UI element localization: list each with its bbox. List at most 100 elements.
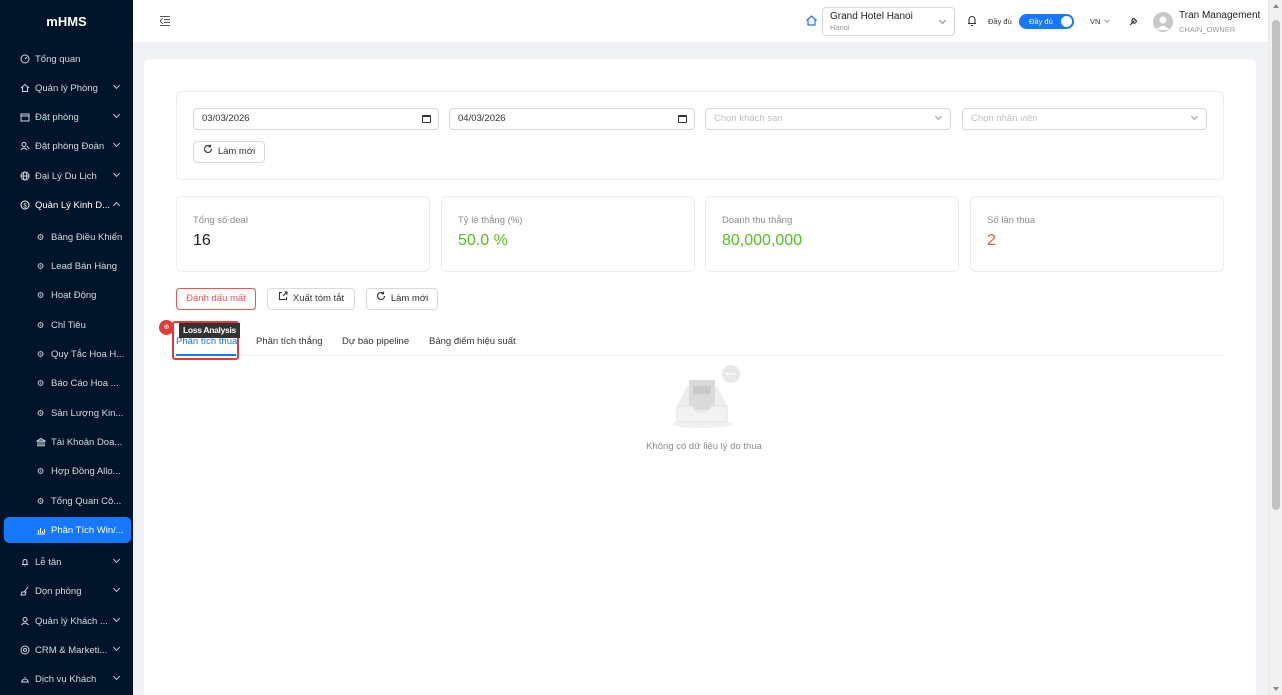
chevron-down-icon xyxy=(112,169,121,178)
sidebar-subitem-label: Chỉ Tiêu xyxy=(51,319,86,331)
team-icon xyxy=(19,141,30,152)
service-icon xyxy=(19,674,30,685)
home-icon[interactable] xyxy=(805,14,819,28)
tab-label: Phân tích thắng xyxy=(256,336,323,347)
sidebar-subitem-label: Hoạt Động xyxy=(51,289,97,301)
sidebar-item-guest-services[interactable]: Dịch vụ Khách xyxy=(0,666,133,692)
sidebar-subitem-label: Phân Tích Win/... xyxy=(51,524,124,536)
export-summary-button[interactable]: Xuất tóm tắt xyxy=(267,288,355,310)
tab-label: Bảng điểm hiệu suất xyxy=(429,336,516,347)
refresh-label: Làm mới xyxy=(390,293,429,304)
calendar-icon xyxy=(19,112,30,123)
sidebar-item-crm-marketing[interactable]: CRM & Marketi... xyxy=(0,637,133,663)
stat-card-win-rate: Tỷ lệ thắng (%) 50.0 % xyxy=(441,196,695,272)
toggle-label: Đầy đủ xyxy=(1029,17,1053,26)
mode-toggle[interactable]: Đầy đủ xyxy=(1019,14,1074,29)
dollar-icon: $ xyxy=(19,200,30,211)
scroll-down-icon[interactable] xyxy=(1273,687,1279,691)
app-logo[interactable]: mHMS xyxy=(0,0,133,42)
sidebar-subitem-activities[interactable]: ⚙ Hoạt Động xyxy=(0,282,133,308)
sidebar-subitem-label: Lead Bán Hàng xyxy=(51,260,118,272)
avatar[interactable] xyxy=(1153,12,1173,32)
notification-bell-icon[interactable] xyxy=(966,14,978,27)
stat-value: 50.0 % xyxy=(458,232,508,249)
chevron-down-icon xyxy=(112,81,121,90)
chevron-down-icon xyxy=(112,110,121,119)
sidebar-item-business-management[interactable]: $ Quản Lý Kinh D... xyxy=(0,192,133,218)
sidebar-subitem-dashboard[interactable]: ⚙ Bảng Điều Khiển xyxy=(0,224,133,250)
sidebar-item-overview[interactable]: Tổng quan xyxy=(0,46,133,72)
toggle-knob xyxy=(1061,16,1072,27)
sidebar-item-group-booking[interactable]: Đặt phòng Đoàn xyxy=(0,133,133,159)
sidebar-subitem-win-loss-analysis[interactable]: Phân Tích Win/... xyxy=(4,517,131,543)
sidebar-subitem-corporate-accounts[interactable]: Tài Khoản Doa... xyxy=(0,429,133,455)
user-name[interactable]: Tran Management xyxy=(1179,10,1260,21)
tab-performance-scorecard[interactable]: Bảng điểm hiệu suất xyxy=(429,336,516,347)
stat-label: Tổng số deal xyxy=(193,215,248,226)
sidebar-subitem-label: Hợp Đồng Allo... xyxy=(51,465,121,477)
sidebar-item-front-desk[interactable]: Lễ tân xyxy=(0,549,133,575)
sidebar-item-housekeeping[interactable]: Dọn phòng xyxy=(0,578,133,604)
hotel-filter-placeholder: Chọn khách sạn xyxy=(714,113,783,124)
sidebar-subitem-allotment-contracts[interactable]: ⚙ Hợp Đồng Allo... xyxy=(0,458,133,484)
top-header: Grand Hotel Hanoi Hanoi Đầy đủ Đầy đủ VN… xyxy=(133,0,1268,43)
sidebar-item-travel-agency[interactable]: Đại Lý Du Lịch xyxy=(0,163,133,189)
user-icon xyxy=(19,616,30,627)
date-from-field[interactable]: 03/03/2026 xyxy=(193,108,439,130)
globe-icon xyxy=(19,171,30,182)
chevron-down-icon xyxy=(1190,112,1199,121)
analysis-tabs: Phân tích thua Phân tích thắng Dự báo pi… xyxy=(176,329,1224,356)
chevron-down-icon xyxy=(112,643,121,652)
hotel-filter-select[interactable]: Chọn khách sạn xyxy=(705,108,951,130)
sidebar-subitem-commission-rules[interactable]: ⚙ Quy Tắc Hoa H... xyxy=(0,341,133,367)
chevron-up-icon xyxy=(112,201,121,210)
staff-filter-select[interactable]: Chọn nhân viên xyxy=(962,108,1207,130)
chevron-down-icon xyxy=(112,555,121,564)
sidebar-subitem-company-overview[interactable]: ⚙ Tổng Quan Cô... xyxy=(0,488,133,514)
language-select[interactable]: VN xyxy=(1090,17,1111,26)
sidebar-item-label: Đặt phòng xyxy=(35,111,79,123)
sidebar-item-label: Dọn phòng xyxy=(35,585,82,597)
refresh-button[interactable]: Làm mới xyxy=(366,288,438,310)
language-label: VN xyxy=(1090,17,1101,26)
sidebar-subitem-commission-report[interactable]: ⚙ Báo Cáo Hoa ... xyxy=(0,370,133,396)
sidebar-subitem-business-volume[interactable]: ⚙ Sản Lượng Kin... xyxy=(0,400,133,426)
filter-refresh-button[interactable]: Làm mới xyxy=(193,141,265,163)
sidebar-subitem-label: Tổng Quan Cô... xyxy=(51,495,122,507)
stat-value: 16 xyxy=(193,232,211,249)
scrollbar-thumb[interactable] xyxy=(1272,20,1280,510)
stat-label: Doanh thu thắng xyxy=(722,215,793,226)
sidebar-subitem-targets[interactable]: ⚙ Chỉ Tiêu xyxy=(0,312,133,338)
reload-icon xyxy=(203,142,213,162)
menu-fold-icon[interactable] xyxy=(160,16,170,26)
refresh-label: Làm mới xyxy=(217,146,256,157)
home-icon xyxy=(19,83,30,94)
date-to-field[interactable]: 04/03/2026 xyxy=(449,108,695,130)
bell-icon xyxy=(19,557,30,568)
hotel-name: Grand Hotel Hanoi xyxy=(830,11,913,22)
mark-lost-button[interactable]: Đánh dấu mất xyxy=(176,288,256,310)
dashboard-icon xyxy=(19,54,30,65)
sidebar-subitem-label: Quy Tắc Hoa H... xyxy=(51,348,125,360)
tab-pipeline-forecast[interactable]: Dự báo pipeline xyxy=(342,336,409,347)
sidebar-subitem-sales-leads[interactable]: ⚙ Lead Bán Hàng xyxy=(0,253,133,279)
sidebar-item-guest-management[interactable]: Quản lý Khách ... xyxy=(0,608,133,634)
sidebar-item-rooms[interactable]: Quản lý Phòng xyxy=(0,75,133,101)
sidebar-item-booking[interactable]: Đặt phòng xyxy=(0,104,133,130)
scroll-up-icon[interactable] xyxy=(1273,4,1279,8)
gear-icon: ⚙ xyxy=(36,231,45,242)
wrench-icon[interactable] xyxy=(1128,15,1140,27)
export-summary-label: Xuất tóm tắt xyxy=(292,293,345,304)
sidebar-item-label: Quản Lý Kinh D... xyxy=(35,199,110,211)
page-scrollbar[interactable] xyxy=(1268,0,1282,695)
stat-label: Tỷ lệ thắng (%) xyxy=(458,215,523,226)
chevron-down-icon xyxy=(112,614,121,623)
sidebar-item-label: Dịch vụ Khách xyxy=(35,673,97,685)
hotel-select[interactable]: Grand Hotel Hanoi Hanoi xyxy=(822,7,955,36)
tab-win-analysis[interactable]: Phân tích thắng xyxy=(256,336,323,347)
annotation-tag: Loss Analysis xyxy=(179,323,240,338)
sidebar-subitem-label: Tài Khoản Doa... xyxy=(51,436,123,448)
sidebar-item-label: Quản lý Khách ... xyxy=(35,615,108,627)
sidebar-item-label: Lễ tân xyxy=(35,556,62,568)
sidebar-item-label: Quản lý Phòng xyxy=(35,82,98,94)
